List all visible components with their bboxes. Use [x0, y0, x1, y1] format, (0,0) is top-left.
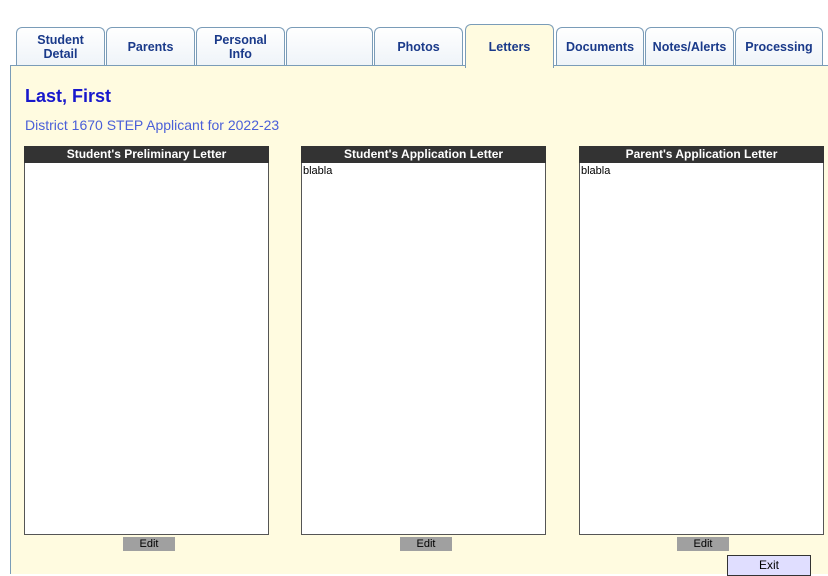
tab-label: Photos: [397, 40, 440, 54]
applicant-subtitle: District 1670 STEP Applicant for 2022-23: [25, 117, 280, 133]
tab-bar: Student Detail Parents Personal Info Pho…: [0, 0, 828, 68]
letters-content: Last, First District 1670 STEP Applicant…: [10, 65, 828, 576]
tab-photos[interactable]: Photos: [374, 27, 463, 66]
parent-application-letter-panel: Parent's Application Letter blabla: [579, 146, 824, 535]
tab-label: Student Detail: [37, 33, 84, 61]
edit-parent-application-button[interactable]: Edit: [677, 537, 729, 551]
tab-blank[interactable]: [286, 27, 373, 66]
tab-label: Notes/Alerts: [652, 40, 727, 54]
tab-personal-info[interactable]: Personal Info: [196, 27, 285, 66]
student-application-letter-panel: Student's Application Letter blabla: [301, 146, 546, 535]
tab-label: Documents: [565, 40, 635, 54]
student-name: Last, First: [25, 86, 112, 106]
edit-student-application-button[interactable]: Edit: [400, 537, 452, 551]
tab-label: Personal Info: [214, 33, 267, 61]
tab-notes-alerts[interactable]: Notes/Alerts: [645, 27, 734, 66]
exit-button[interactable]: Exit: [727, 555, 811, 576]
tab-parents[interactable]: Parents: [106, 27, 195, 66]
tab-label: Parents: [127, 40, 174, 54]
student-application-letter-text[interactable]: blabla: [301, 163, 546, 535]
tab-label: Letters: [488, 39, 531, 54]
preliminary-letter-panel: Student's Preliminary Letter: [24, 146, 269, 535]
panel-title: Student's Application Letter: [301, 146, 546, 163]
preliminary-letter-text[interactable]: [24, 163, 269, 535]
panel-title: Parent's Application Letter: [579, 146, 824, 163]
tab-student-detail[interactable]: Student Detail: [16, 27, 105, 66]
panel-title: Student's Preliminary Letter: [24, 146, 269, 163]
tab-processing[interactable]: Processing: [735, 27, 823, 66]
parent-application-letter-text[interactable]: blabla: [579, 163, 824, 535]
tab-letters[interactable]: Letters: [465, 24, 554, 68]
edit-preliminary-button[interactable]: Edit: [123, 537, 175, 551]
tab-documents[interactable]: Documents: [556, 27, 644, 66]
tab-label: Processing: [745, 40, 813, 54]
